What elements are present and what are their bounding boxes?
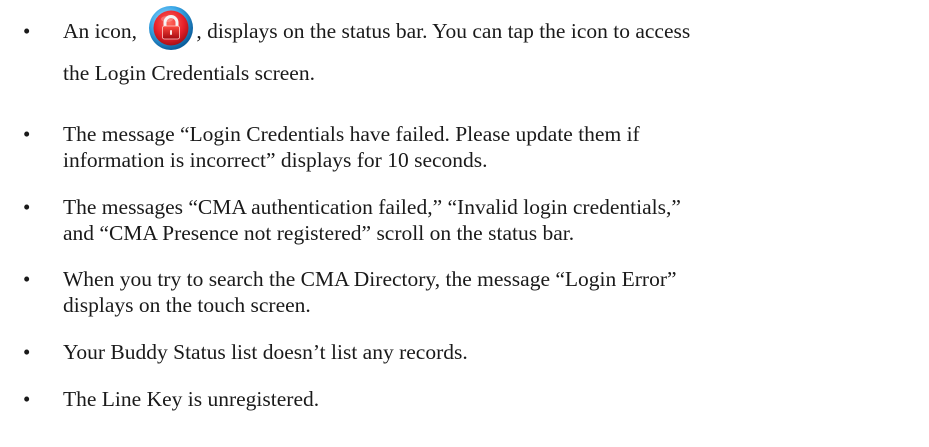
text-line: The Line Key is unregistered. <box>63 387 320 411</box>
list-item-text: The message “Login Credentials have fail… <box>63 121 919 173</box>
lock-icon <box>148 5 194 51</box>
text-line: displays on the touch screen. <box>63 293 311 317</box>
text-line: When you try to search the CMA Directory… <box>63 267 677 291</box>
text-line: The message “Login Credentials have fail… <box>63 122 640 146</box>
text-segment: An icon, <box>63 19 143 43</box>
bullet-marker: • <box>23 267 31 291</box>
list-item-text: An icon, , displays on the status bar. Y… <box>63 6 919 94</box>
list-item-text: The messages “CMA authentication failed,… <box>63 194 919 246</box>
text-line: The messages “CMA authentication failed,… <box>63 195 681 219</box>
text-line: Your Buddy Status list doesn’t list any … <box>63 340 468 364</box>
document-page: • An icon, , displays on the status bar.… <box>0 0 929 447</box>
bullet-marker: • <box>23 122 31 146</box>
text-line: the Login Credentials screen. <box>63 61 315 85</box>
bullet-marker: • <box>23 195 31 219</box>
list-item-text: Your Buddy Status list doesn’t list any … <box>63 339 919 365</box>
bullet-marker: • <box>23 19 31 43</box>
bullet-marker: • <box>23 340 31 364</box>
text-line: information is incorrect” displays for 1… <box>63 148 488 172</box>
text-line: and “CMA Presence not registered” scroll… <box>63 221 575 245</box>
text-segment: , displays on the status bar. You can ta… <box>196 19 691 43</box>
list-item-text: The Line Key is unregistered. <box>63 386 919 412</box>
text-line: An icon, , displays on the status bar. Y… <box>63 6 919 52</box>
list-item-text: When you try to search the CMA Directory… <box>63 266 919 318</box>
bullet-marker: • <box>23 387 31 411</box>
